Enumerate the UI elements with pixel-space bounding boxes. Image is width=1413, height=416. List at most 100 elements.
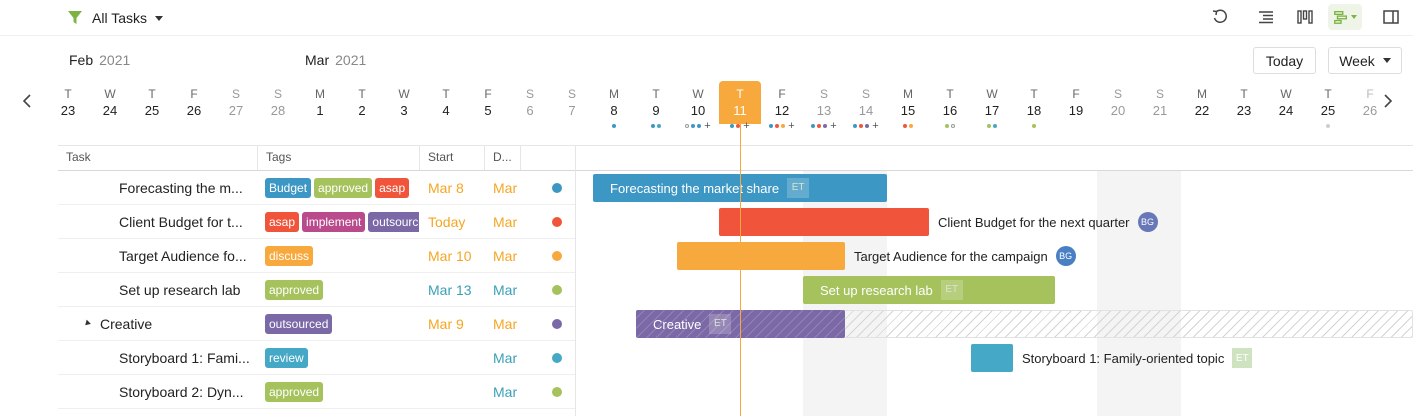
assignee-badge[interactable]: ET <box>940 280 963 300</box>
day-column-header[interactable]: T2 <box>341 86 383 120</box>
task-name-cell[interactable]: Target Audience fo... <box>119 239 255 272</box>
day-column-header[interactable]: T4 <box>425 86 467 120</box>
undo-button[interactable] <box>1206 4 1234 30</box>
column-header-duration[interactable]: D... <box>485 146 521 170</box>
duration-cell[interactable]: Mar <box>493 205 521 238</box>
task-name-cell[interactable]: Forecasting the m... <box>119 171 255 204</box>
day-column-header[interactable]: T 11 <box>719 86 761 120</box>
assignee-badge[interactable]: ET <box>1232 348 1253 368</box>
assignee-badge[interactable]: ET <box>709 314 732 334</box>
status-cell <box>552 205 566 238</box>
avatar[interactable]: BG <box>1137 212 1158 232</box>
prev-period-button[interactable] <box>19 92 35 110</box>
duration-cell[interactable]: Mar <box>493 307 521 340</box>
column-header-tags[interactable]: Tags <box>258 146 420 170</box>
day-column-header[interactable]: S7 <box>551 86 593 120</box>
duration-cell[interactable]: Mar <box>493 375 521 408</box>
start-date-cell[interactable]: Mar 13 <box>428 273 486 306</box>
table-row[interactable]: Storyboard 2: Dyn... approved Mar <box>58 375 576 409</box>
day-column-header[interactable]: T 23 <box>1223 86 1265 120</box>
day-column-header[interactable]: W 24 <box>1265 86 1307 120</box>
table-row[interactable]: Target Audience fo... discuss Mar 10 Mar <box>58 239 576 273</box>
tags-cell[interactable]: outsourced <box>265 307 419 340</box>
status-indicator[interactable] <box>552 216 562 227</box>
day-column-header[interactable]: T 18 <box>1013 86 1055 120</box>
start-date-cell[interactable] <box>428 375 486 408</box>
start-date-cell[interactable] <box>428 341 486 374</box>
day-column-header[interactable]: T 23 <box>47 86 89 120</box>
column-header-start[interactable]: Start <box>420 146 485 170</box>
list-view-button[interactable] <box>1252 4 1280 30</box>
day-column-header[interactable]: T9 <box>635 86 677 120</box>
duration-cell[interactable]: Mar <box>493 273 521 306</box>
day-column-header[interactable]: S 14 <box>845 86 887 120</box>
collapse-toggle-icon[interactable] <box>84 319 91 328</box>
start-date-cell[interactable]: Today <box>428 205 486 238</box>
table-row[interactable]: Client Budget for t... asap implement outso… <box>58 205 576 239</box>
day-column-header[interactable]: S 21 <box>1139 86 1181 120</box>
assignee-badge[interactable]: ET <box>787 178 810 198</box>
day-column-header[interactable]: F 26 <box>1349 86 1391 120</box>
tags-cell[interactable]: discuss <box>265 239 419 272</box>
task-name-cell[interactable]: Creative <box>84 307 254 340</box>
day-column-header[interactable]: S 20 <box>1097 86 1139 120</box>
day-column-header[interactable]: M1 <box>299 86 341 120</box>
sidebar-toggle-button[interactable] <box>1377 4 1405 30</box>
view-scale-dropdown[interactable]: Week <box>1328 47 1402 74</box>
filter-dropdown[interactable]: All Tasks <box>68 8 163 28</box>
day-column-header[interactable]: M 15 <box>887 86 929 120</box>
day-column-header[interactable]: F 19 <box>1055 86 1097 120</box>
task-name-cell[interactable]: Storyboard 1: Fami... <box>119 341 255 374</box>
task-bar[interactable]: Set up research lab ET <box>803 276 1055 304</box>
status-indicator[interactable] <box>552 250 562 261</box>
duration-cell[interactable]: Mar <box>493 171 521 204</box>
day-column-header[interactable]: S 13 <box>803 86 845 120</box>
day-number: 13 <box>816 103 832 118</box>
day-column-header[interactable]: W 10 <box>677 86 719 120</box>
gantt-view-button[interactable] <box>1328 4 1362 30</box>
task-name-cell[interactable]: Client Budget for t... <box>119 205 255 238</box>
today-button[interactable]: Today <box>1253 47 1316 74</box>
tags-cell[interactable]: approved <box>265 375 419 408</box>
avatar[interactable]: BG <box>1055 246 1076 266</box>
board-view-button[interactable] <box>1291 4 1319 30</box>
task-bar[interactable] <box>719 208 929 236</box>
duration-cell[interactable]: Mar <box>493 341 521 374</box>
duration-cell[interactable]: Mar <box>493 239 521 272</box>
day-column-header[interactable]: F 26 <box>173 86 215 120</box>
status-indicator[interactable] <box>552 386 562 397</box>
task-name-cell[interactable]: Storyboard 2: Dyn... <box>119 375 255 408</box>
day-column-header[interactable]: W3 <box>383 86 425 120</box>
day-column-header[interactable]: S 27 <box>215 86 257 120</box>
day-column-header[interactable]: W 24 <box>89 86 131 120</box>
tags-cell[interactable]: Budget approved asap <box>265 171 419 204</box>
status-indicator[interactable] <box>552 284 562 295</box>
status-indicator[interactable] <box>552 318 562 329</box>
tags-cell[interactable]: asapimplementoutsourced <box>265 205 419 238</box>
task-bar[interactable] <box>677 242 845 270</box>
tags-cell[interactable]: approved <box>265 273 419 306</box>
day-column-header[interactable]: T 25 <box>131 86 173 120</box>
day-column-header[interactable]: S6 <box>509 86 551 120</box>
table-row[interactable]: Forecasting the m... Budget approved asap Ma… <box>58 171 576 205</box>
start-date-cell[interactable]: Mar 10 <box>428 239 486 272</box>
table-row[interactable]: Storyboard 1: Fami... review Mar <box>58 341 576 375</box>
day-column-header[interactable]: W 17 <box>971 86 1013 120</box>
day-column-header[interactable]: S 28 <box>257 86 299 120</box>
day-column-header[interactable]: T 25 <box>1307 86 1349 120</box>
day-column-header[interactable]: M8 <box>593 86 635 120</box>
task-bar[interactable] <box>971 344 1013 372</box>
day-column-header[interactable]: F5 <box>467 86 509 120</box>
status-indicator[interactable] <box>552 182 562 193</box>
status-indicator[interactable] <box>552 352 562 363</box>
tags-cell[interactable]: review <box>265 341 419 374</box>
column-header-task[interactable]: Task <box>58 146 258 170</box>
task-name-cell[interactable]: Set up research lab <box>119 273 255 306</box>
table-row[interactable]: Creative outsourced Mar 9 Mar <box>58 307 576 341</box>
day-column-header[interactable]: F 12 <box>761 86 803 120</box>
day-column-header[interactable]: M 22 <box>1181 86 1223 120</box>
start-date-cell[interactable]: Mar 9 <box>428 307 486 340</box>
table-row[interactable]: Set up research lab approved Mar 13 Mar <box>58 273 576 307</box>
day-column-header[interactable]: T 16 <box>929 86 971 120</box>
start-date-cell[interactable]: Mar 8 <box>428 171 486 204</box>
